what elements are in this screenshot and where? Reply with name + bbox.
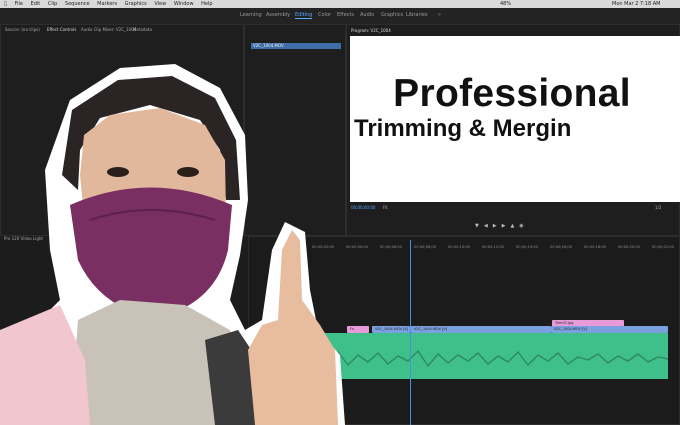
presenter-overlay [0, 64, 345, 425]
